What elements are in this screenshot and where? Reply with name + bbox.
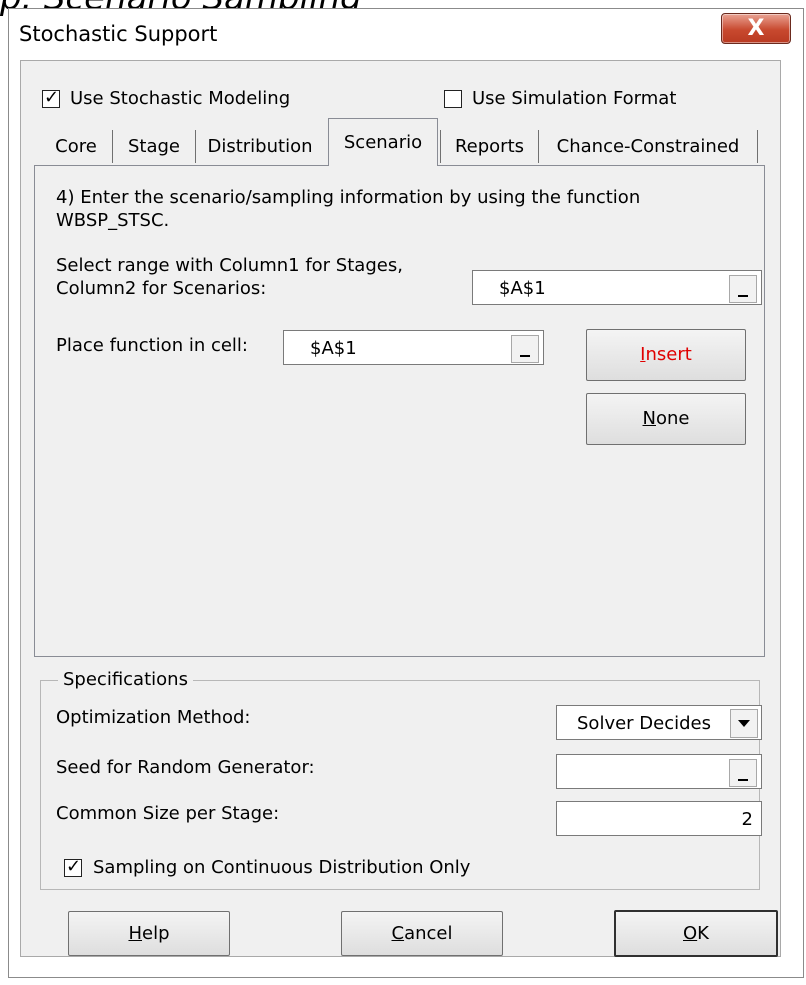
insert-button-label: Insert bbox=[640, 344, 692, 365]
use-stochastic-label: Use Stochastic Modeling bbox=[70, 88, 291, 109]
title-bar: Stochastic Support X bbox=[9, 9, 803, 55]
place-cell-value: $A$1 bbox=[310, 338, 357, 359]
common-size-label: Common Size per Stage: bbox=[56, 803, 280, 824]
tab-stage[interactable]: Stage bbox=[113, 125, 195, 163]
cancel-button[interactable]: Cancel bbox=[341, 911, 503, 956]
ok-button-label: OK bbox=[683, 923, 709, 944]
tab-distribution[interactable]: Distribution bbox=[196, 125, 324, 163]
range-value: $A$1 bbox=[499, 278, 546, 299]
use-simulation-checkbox[interactable] bbox=[444, 90, 462, 108]
scenario-instruction: 4) Enter the scenario/sampling informati… bbox=[56, 187, 641, 231]
close-icon: X bbox=[747, 16, 765, 41]
use-stochastic-checkbox[interactable]: ✓ bbox=[42, 87, 60, 108]
none-button-label: None bbox=[642, 408, 690, 429]
optimization-method-select[interactable]: Solver Decides bbox=[556, 705, 762, 740]
range-label-line2: Column2 for Scenarios: bbox=[56, 278, 267, 299]
common-size-input[interactable]: 2 bbox=[556, 801, 762, 836]
tab-scenario[interactable]: Scenario bbox=[328, 118, 438, 166]
insert-button[interactable]: Insert bbox=[586, 329, 746, 381]
tab-separator bbox=[757, 130, 758, 163]
help-button[interactable]: Help bbox=[68, 911, 230, 956]
dialog-title: Stochastic Support bbox=[19, 22, 218, 46]
chevron-down-icon[interactable] bbox=[730, 709, 758, 738]
place-function-cell-input[interactable]: $A$1 bbox=[283, 330, 544, 365]
use-simulation-label: Use Simulation Format bbox=[472, 88, 677, 109]
specifications-title: Specifications bbox=[58, 669, 193, 690]
range-label-line1: Select range with Column1 for Stages, bbox=[56, 255, 403, 276]
optimization-method-label: Optimization Method: bbox=[56, 707, 251, 728]
check-mark-icon: ✓ bbox=[44, 87, 60, 108]
cell-picker-button[interactable] bbox=[511, 335, 539, 363]
tab-core[interactable]: Core bbox=[40, 125, 112, 163]
help-button-label: Help bbox=[128, 923, 170, 944]
place-function-label: Place function in cell: bbox=[56, 335, 248, 356]
seed-picker-button[interactable] bbox=[729, 759, 757, 787]
tab-chance-constrained[interactable]: Chance-Constrained bbox=[539, 125, 757, 163]
tab-reports[interactable]: Reports bbox=[441, 125, 538, 163]
close-button[interactable]: X bbox=[721, 13, 791, 44]
sampling-continuous-label: Sampling on Continuous Distribution Only bbox=[93, 857, 471, 878]
stage-scenario-range-input[interactable]: $A$1 bbox=[472, 270, 762, 305]
seed-label: Seed for Random Generator: bbox=[56, 757, 315, 778]
optimization-method-value: Solver Decides bbox=[577, 713, 711, 734]
sampling-continuous-checkbox[interactable]: ✓ bbox=[64, 856, 82, 877]
check-mark-icon: ✓ bbox=[66, 856, 82, 877]
cancel-button-label: Cancel bbox=[391, 923, 453, 944]
common-size-value: 2 bbox=[741, 809, 753, 830]
range-picker-button[interactable] bbox=[729, 275, 757, 303]
none-button[interactable]: None bbox=[586, 393, 746, 445]
seed-input[interactable] bbox=[556, 754, 762, 789]
ok-button[interactable]: OK bbox=[614, 910, 778, 957]
